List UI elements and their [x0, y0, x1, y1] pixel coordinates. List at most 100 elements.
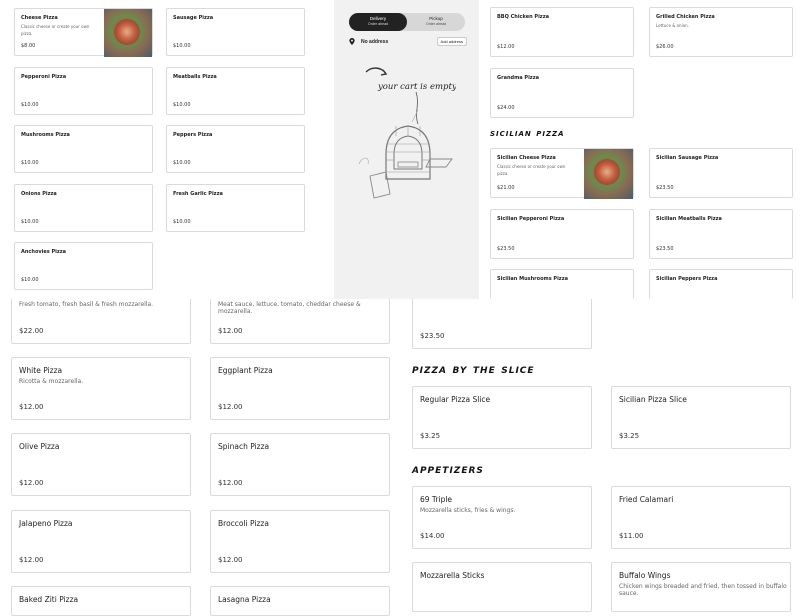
- delivery-label: Delivery: [369, 16, 387, 21]
- menu-item-card[interactable]: Sicilian Peppers Pizza: [649, 269, 793, 299]
- menu-item-name: Grandma Pizza: [497, 75, 539, 81]
- menu-item-card[interactable]: Sicilian Meatballs Pizza $23.50: [649, 209, 793, 259]
- menu-item-desc: Fresh tomato, fresh basil & fresh mozzar…: [19, 301, 154, 308]
- add-address-button[interactable]: Add address: [436, 37, 467, 46]
- menu-item-price: $12.00: [218, 479, 243, 487]
- menu-item-price: $12.00: [497, 44, 515, 50]
- menu-item-desc: Chicken wings breaded and fried, then to…: [619, 583, 787, 597]
- section-title-sicilian: sicilian pizza: [490, 128, 565, 139]
- menu-item-name: Onions Pizza: [21, 191, 57, 197]
- menu-item-price: $10.00: [173, 43, 191, 49]
- menu-item-card[interactable]: Grandma Pizza $24.00: [490, 68, 634, 118]
- menu-item-name: Jalapeno Pizza: [19, 519, 73, 528]
- menu-item-card[interactable]: Mushrooms Pizza $10.00: [14, 125, 153, 173]
- menu-item-name: Cheese Pizza: [21, 15, 58, 21]
- menu-item-price: $22.00: [19, 327, 44, 335]
- pizza-photo: [584, 149, 633, 199]
- menu-item-card[interactable]: Buffalo Wings Chicken wings breaded and …: [611, 562, 791, 612]
- order-mode-toggle[interactable]: Delivery Order ahead Pickup Order ahead: [349, 13, 465, 31]
- menu-item-name: Broccoli Pizza: [218, 519, 269, 528]
- menu-item-card[interactable]: Meatballs Pizza $10.00: [166, 67, 305, 115]
- address-row: No address Add address: [349, 37, 467, 47]
- menu-item-name: Sicilian Meatballs Pizza: [656, 216, 722, 222]
- menu-item-price: $12.00: [218, 403, 243, 411]
- pickup-label: Pickup: [429, 16, 443, 21]
- menu-item-card[interactable]: Baked Ziti Pizza: [11, 586, 191, 616]
- menu-item-price: $14.00: [420, 532, 445, 540]
- menu-item-card[interactable]: Anchovies Pizza $10.00: [14, 242, 153, 290]
- menu-item-name: Sicilian Cheese Pizza: [497, 155, 556, 161]
- menu-item-name: BBQ Chicken Pizza: [497, 14, 549, 20]
- menu-item-card[interactable]: Olive Pizza $12.00: [11, 433, 191, 496]
- menu-item-price: $3.25: [619, 432, 640, 440]
- menu-item-price: $12.00: [218, 327, 243, 335]
- empty-cart-text: your cart is empty: [377, 82, 456, 92]
- cart-panel: Delivery Order ahead Pickup Order ahead …: [334, 0, 479, 299]
- menu-item-name: Sausage Pizza: [173, 15, 214, 21]
- menu-item-price: $10.00: [21, 277, 39, 283]
- menu-item-desc: Mozzarella sticks, fries & wings.: [420, 507, 516, 514]
- menu-item-desc: Lettuce & onion.: [656, 23, 689, 28]
- menu-item-name: Sicilian Mushrooms Pizza: [497, 276, 569, 282]
- menu-item-card[interactable]: Jalapeno Pizza $12.00: [11, 510, 191, 573]
- pickup-sub: Order ahead: [425, 21, 447, 26]
- menu-item-card[interactable]: Sicilian Sausage Pizza $23.50: [649, 148, 793, 198]
- menu-item-price: $10.00: [173, 160, 191, 166]
- menu-item-name: Meatballs Pizza: [173, 74, 217, 80]
- menu-item-card[interactable]: Spinach Pizza $12.00: [210, 433, 390, 496]
- menu-item-name: Sicilian Pizza Slice: [619, 395, 687, 404]
- menu-item-card[interactable]: Eggplant Pizza $12.00: [210, 357, 390, 420]
- menu-item-name: Grilled Chicken Pizza: [656, 14, 715, 20]
- menu-item-card[interactable]: BBQ Chicken Pizza $12.00: [490, 7, 634, 57]
- menu-item-price: $10.00: [21, 160, 39, 166]
- menu-item-name: Spinach Pizza: [218, 442, 270, 451]
- menu-item-card[interactable]: Fried Calamari $11.00: [611, 486, 791, 549]
- empty-cart-illustration: your cart is empty: [358, 67, 456, 199]
- address-label: No address: [361, 39, 389, 45]
- menu-item-card[interactable]: Pepperoni Pizza $10.00: [14, 67, 153, 115]
- menu-item-price: $10.00: [21, 219, 39, 225]
- menu-item-card[interactable]: Regular Pizza Slice $3.25: [412, 386, 592, 449]
- menu-item-card[interactable]: 69 Triple Mozzarella sticks, fries & win…: [412, 486, 592, 549]
- menu-item-card[interactable]: White Pizza Ricotta & mozzarella. $12.00: [11, 357, 191, 420]
- menu-item-name: 69 Triple: [420, 495, 453, 504]
- menu-item-card[interactable]: Sicilian Pepperoni Pizza $23.50: [490, 209, 634, 259]
- delivery-option[interactable]: Delivery Order ahead: [349, 13, 407, 31]
- menu-item-price: $10.00: [21, 102, 39, 108]
- menu-item-card[interactable]: Grilled Chicken Pizza Lettuce & onion. $…: [649, 7, 793, 57]
- menu-item-price: $23.50: [656, 246, 674, 252]
- menu-item-name: Sicilian Sausage Pizza: [656, 155, 719, 161]
- menu-item-price: $12.00: [19, 556, 44, 564]
- menu-item-price: $23.50: [497, 246, 515, 252]
- menu-item-price: $12.00: [19, 479, 44, 487]
- menu-item-price: $10.00: [173, 219, 191, 225]
- menu-item-card[interactable]: Onions Pizza $10.00: [14, 184, 153, 232]
- section-title-slice: pizza by the slice: [412, 362, 535, 377]
- menu-item-price: $12.00: [218, 556, 243, 564]
- menu-item-card[interactable]: Peppers Pizza $10.00: [166, 125, 305, 173]
- pickup-option[interactable]: Pickup Order ahead: [407, 13, 465, 31]
- menu-item-card[interactable]: Sicilian Cheese Pizza Classic cheese or …: [490, 148, 634, 199]
- menu-item-card[interactable]: Broccoli Pizza $12.00: [210, 510, 390, 573]
- menu-item-card[interactable]: Cheese Pizza Classic cheese or create yo…: [14, 8, 153, 57]
- menu-item-desc: Classic cheese or create your own pizza.: [497, 164, 566, 176]
- menu-item-card[interactable]: Sausage Pizza $10.00: [166, 8, 305, 56]
- menu-item-price: $11.00: [619, 532, 644, 540]
- menu-item-price: $24.00: [497, 105, 515, 111]
- menu-item-price: $26.00: [656, 44, 674, 50]
- menu-item-desc: Classic cheese or create your own pizza.: [21, 24, 90, 36]
- menu-item-name: Anchovies Pizza: [21, 249, 67, 255]
- menu-item-price: $12.00: [19, 403, 44, 411]
- menu-item-name: Sicilian Peppers Pizza: [656, 276, 718, 282]
- menu-item-card[interactable]: Sicilian Pizza Slice $3.25: [611, 386, 791, 449]
- menu-item-card[interactable]: Fresh Garlic Pizza $10.00: [166, 184, 305, 232]
- menu-item-name: Mushrooms Pizza: [21, 132, 70, 138]
- menu-item-card[interactable]: Mozzarella Sticks: [412, 562, 592, 612]
- delivery-sub: Order ahead: [367, 21, 389, 26]
- location-pin-icon: [349, 38, 355, 45]
- menu-item-name: Mozzarella Sticks: [420, 571, 485, 580]
- menu-item-name: Eggplant Pizza: [218, 366, 273, 375]
- section-title-appetizers: appetizers: [412, 462, 484, 477]
- menu-item-card[interactable]: Sicilian Mushrooms Pizza: [490, 269, 634, 299]
- menu-item-card[interactable]: Lasagna Pizza: [210, 586, 390, 616]
